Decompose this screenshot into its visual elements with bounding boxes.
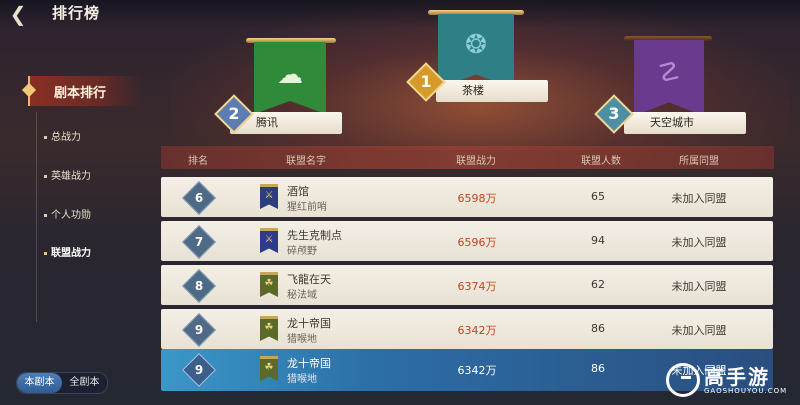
alliance-members: 94 [591,234,605,247]
diamond-icon [21,82,37,98]
alliance-flag-icon: ⚔ [260,184,278,209]
alliance-flag-icon: ☘ [260,316,278,341]
watermark-brand: 高手游 [704,365,770,389]
alliance-power: 6598万 [457,192,497,205]
sidebar-item-label: 联盟战力 [51,248,91,259]
top-bar: ❮ 排行榜 [0,0,800,28]
table-row[interactable]: 7 ⚔ 先生克制点 碎颅野 6596万 94 未加入同盟 [161,221,773,261]
sidebar-item-hero-power[interactable]: 英雄战力 [44,167,91,182]
alliance-name: 酒馆 [287,185,309,198]
alliance-leader: 猎喉地 [287,334,317,345]
alliance-name: 飞龍在天 [287,273,331,286]
alliance-power: 6342万 [457,324,497,337]
rank-badge: 6 [182,181,216,215]
alliance-federation: 未加入同盟 [671,236,727,249]
all-scripts-toggle[interactable]: 全剧本 [62,373,107,393]
sidebar-item-script-ranking[interactable]: 剧本排行 [21,76,142,106]
alliance-leader: 猩红前哨 [287,202,327,213]
alliance-name: 龙十帝国 [287,357,331,370]
sidebar-item-label: 个人功勋 [51,210,91,221]
ranking-sidebar: 剧本排行 总战力 英雄战力 个人功勋 联盟战力 [0,60,150,360]
alliance-members: 86 [591,362,605,375]
bullet-icon [44,213,47,217]
scope-toggle: 本剧本 全剧本 [16,372,108,394]
rank-badge: 7 [182,225,216,259]
sidebar-item-label: 英雄战力 [51,171,91,182]
sidebar-divider [36,112,37,322]
podium-first[interactable]: ❂ [428,8,524,88]
page-title: 排行榜 [52,4,101,22]
table-row[interactable]: 9 ☘ 龙十帝国 猎喉地 6342万 86 未加入同盟 [161,309,773,349]
alliance-leader: 秘法域 [287,290,317,301]
rank-badge: 9 [182,313,216,347]
alliance-federation: 未加入同盟 [671,192,727,205]
podium-third-name: 天空城市 [624,112,746,134]
crest-emblem-icon: ❂ [465,30,487,60]
alliance-power: 6374万 [457,280,497,293]
alliance-flag-icon: ☘ [260,272,278,297]
sidebar-item-total-power[interactable]: 总战力 [44,128,81,143]
podium-first-name: 茶楼 [436,80,548,102]
header-alliance-members: 联盟人数 [581,156,621,167]
g-logo-icon [666,363,700,397]
ranking-table-header: 排名 联盟名字 联盟战力 联盟人数 所属同盟 [161,146,774,169]
watermark-domain: GAOSHOUYOU.COM [704,387,788,395]
alliance-members: 62 [591,278,605,291]
z-emblem-icon: ☡ [657,58,681,88]
back-arrow-icon[interactable]: ❮ [4,2,32,26]
alliance-members: 86 [591,322,605,335]
alliance-members: 65 [591,190,605,203]
current-script-toggle[interactable]: 本剧本 [17,373,62,393]
alliance-name: 龙十帝国 [287,317,331,330]
sidebar-main-label: 剧本排行 [54,86,107,101]
rank-badge: 8 [182,269,216,303]
cloud-emblem-icon: ☁ [277,60,303,90]
bullet-icon [44,251,47,255]
podium-second[interactable]: ☁ [246,38,336,118]
header-rank: 排名 [188,156,208,167]
alliance-federation: 未加入同盟 [671,324,727,337]
table-row[interactable]: 6 ⚔ 酒馆 猩红前哨 6598万 65 未加入同盟 [161,177,773,217]
bullet-icon [44,174,47,178]
bullet-icon [44,135,47,139]
alliance-flag-icon: ☘ [260,356,278,381]
table-row[interactable]: 8 ☘ 飞龍在天 秘法域 6374万 62 未加入同盟 [161,265,773,305]
podium-third[interactable]: ☡ [620,30,716,120]
alliance-federation: 未加入同盟 [671,280,727,293]
sidebar-item-label: 总战力 [51,132,81,143]
alliance-leader: 猎喉地 [287,374,317,385]
alliance-power: 6596万 [457,236,497,249]
alliance-leader: 碎颅野 [287,246,317,257]
sidebar-item-personal-merit[interactable]: 个人功勋 [44,206,91,221]
header-alliance-power: 联盟战力 [456,156,496,167]
alliance-flag-icon: ⚔ [260,228,278,253]
header-federation: 所属同盟 [679,156,719,167]
alliance-name: 先生克制点 [287,229,342,242]
alliance-power: 6342万 [457,364,497,377]
rank-badge: 9 [182,353,216,387]
site-watermark: 高手游 GAOSHOUYOU.COM [666,361,792,399]
sidebar-item-alliance-power[interactable]: 联盟战力 [44,244,91,259]
header-alliance-name: 联盟名字 [286,156,326,167]
